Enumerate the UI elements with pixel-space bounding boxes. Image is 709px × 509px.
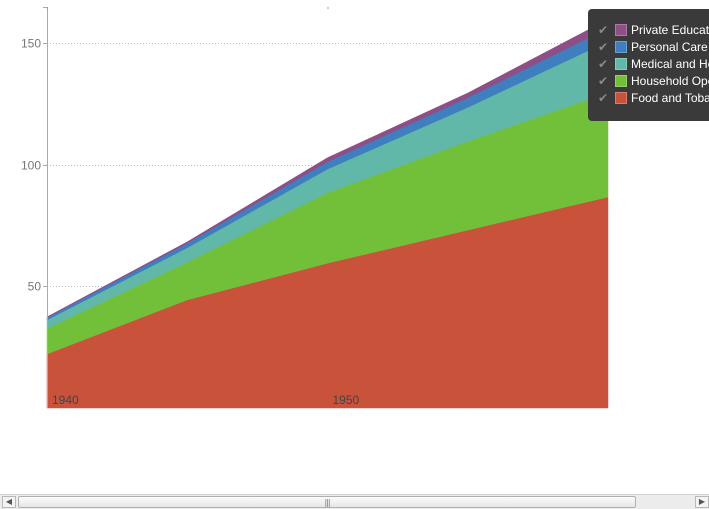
legend-item[interactable]: ✔ Personal Care: [598, 38, 708, 55]
legend-label: Medical and Health: [631, 56, 709, 71]
legend-swatch: [615, 57, 627, 70]
checkmark-icon[interactable]: ✔: [598, 40, 611, 54]
checkmark-icon[interactable]: ✔: [598, 57, 611, 71]
legend-item[interactable]: ✔ Medical and Health: [598, 55, 709, 72]
legend: ✔ Private Education ✔ Personal Care ✔ Medical…: [588, 9, 709, 121]
legend-swatch: [615, 40, 627, 53]
area-series-group: [46, 18, 609, 409]
horizontal-scrollbar[interactable]: ◀ ||| ▶: [0, 494, 709, 509]
legend-label: Personal Care: [631, 39, 708, 54]
legend-swatch: [615, 91, 627, 104]
y-tick-label: 100: [21, 159, 41, 173]
checkmark-icon[interactable]: ✔: [598, 74, 611, 88]
x-tick-label: 1940: [52, 393, 79, 407]
legend-swatch: [615, 74, 627, 87]
y-tick-label: 150: [21, 37, 41, 51]
scroll-right-arrow-icon[interactable]: ▶: [695, 496, 709, 508]
checkmark-icon[interactable]: ✔: [598, 23, 611, 37]
scrollbar-thumb[interactable]: |||: [18, 496, 636, 508]
legend-item[interactable]: ✔ Private Education: [598, 21, 709, 38]
legend-label: Household Operation: [631, 73, 709, 88]
scrollbar-grip-icon: |||: [324, 498, 330, 507]
y-tick-label: 50: [28, 280, 42, 294]
legend-label: Private Education: [631, 22, 709, 37]
legend-item[interactable]: ✔ Household Operation: [598, 72, 709, 89]
x-tick-label: 1950: [333, 393, 360, 407]
legend-label: Food and Tobacco: [631, 90, 709, 105]
scroll-left-arrow-icon[interactable]: ◀: [2, 496, 16, 508]
legend-item[interactable]: ✔ Food and Tobacco: [598, 89, 709, 106]
checkmark-icon[interactable]: ✔: [598, 91, 611, 105]
legend-swatch: [615, 23, 627, 36]
